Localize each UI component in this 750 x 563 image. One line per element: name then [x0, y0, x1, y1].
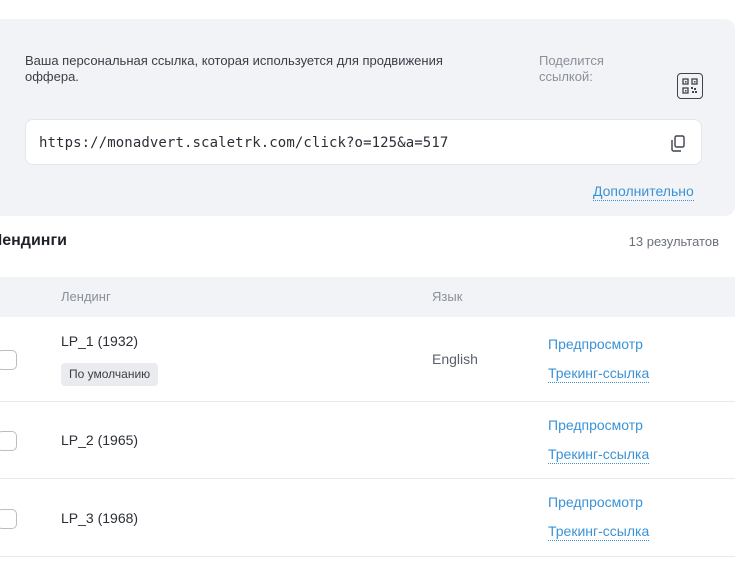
landings-title: Лендинги [0, 232, 67, 249]
preview-link[interactable]: Предпросмотр [548, 336, 643, 352]
row-checkbox[interactable] [0, 350, 17, 370]
share-label: Поделится ссылкой: [539, 53, 604, 84]
landing-language: English [432, 351, 478, 367]
landing-name: LP_3 (1968) [61, 510, 139, 526]
column-header-landing[interactable]: Лендинг [61, 289, 111, 304]
qr-code-icon [682, 78, 698, 94]
preview-link[interactable]: Предпросмотр [548, 494, 643, 510]
table-header: Лендинг Язык [0, 277, 735, 317]
landing-name: LP_2 (1965) [61, 432, 139, 448]
link-description: Ваша персональная ссылка, которая исполь… [25, 53, 443, 84]
row-checkbox[interactable] [0, 509, 17, 529]
copy-icon [671, 134, 685, 152]
table-row: LP_1 (1932) По умолчанию English Предпро… [0, 317, 735, 402]
qr-code-button[interactable] [677, 73, 703, 99]
table-row: LP_3 (1968) Предпросмотр Трекинг-ссылка [0, 479, 735, 557]
tracking-url-text: https://monadvert.scaletrk.com/click?o=1… [39, 135, 449, 151]
landing-name: LP_1 (1932) [61, 333, 139, 349]
tracking-link[interactable]: Трекинг-ссылка [548, 446, 650, 464]
default-badge: По умолчанию [61, 363, 159, 386]
results-count: 13 результатов [628, 234, 719, 249]
row-checkbox[interactable] [0, 431, 17, 451]
column-header-language[interactable]: Язык [432, 289, 462, 304]
tracking-link[interactable]: Трекинг-ссылка [548, 365, 650, 383]
more-options-link[interactable]: Дополнительно [593, 183, 694, 201]
table-row: LP_2 (1965) Предпросмотр Трекинг-ссылка [0, 402, 735, 479]
copy-button[interactable] [667, 132, 689, 154]
tracking-url-field[interactable]: https://monadvert.scaletrk.com/click?o=1… [25, 119, 702, 165]
personal-link-panel: Ваша персональная ссылка, которая исполь… [0, 19, 735, 216]
tracking-link[interactable]: Трекинг-ссылка [548, 523, 650, 541]
preview-link[interactable]: Предпросмотр [548, 417, 643, 433]
